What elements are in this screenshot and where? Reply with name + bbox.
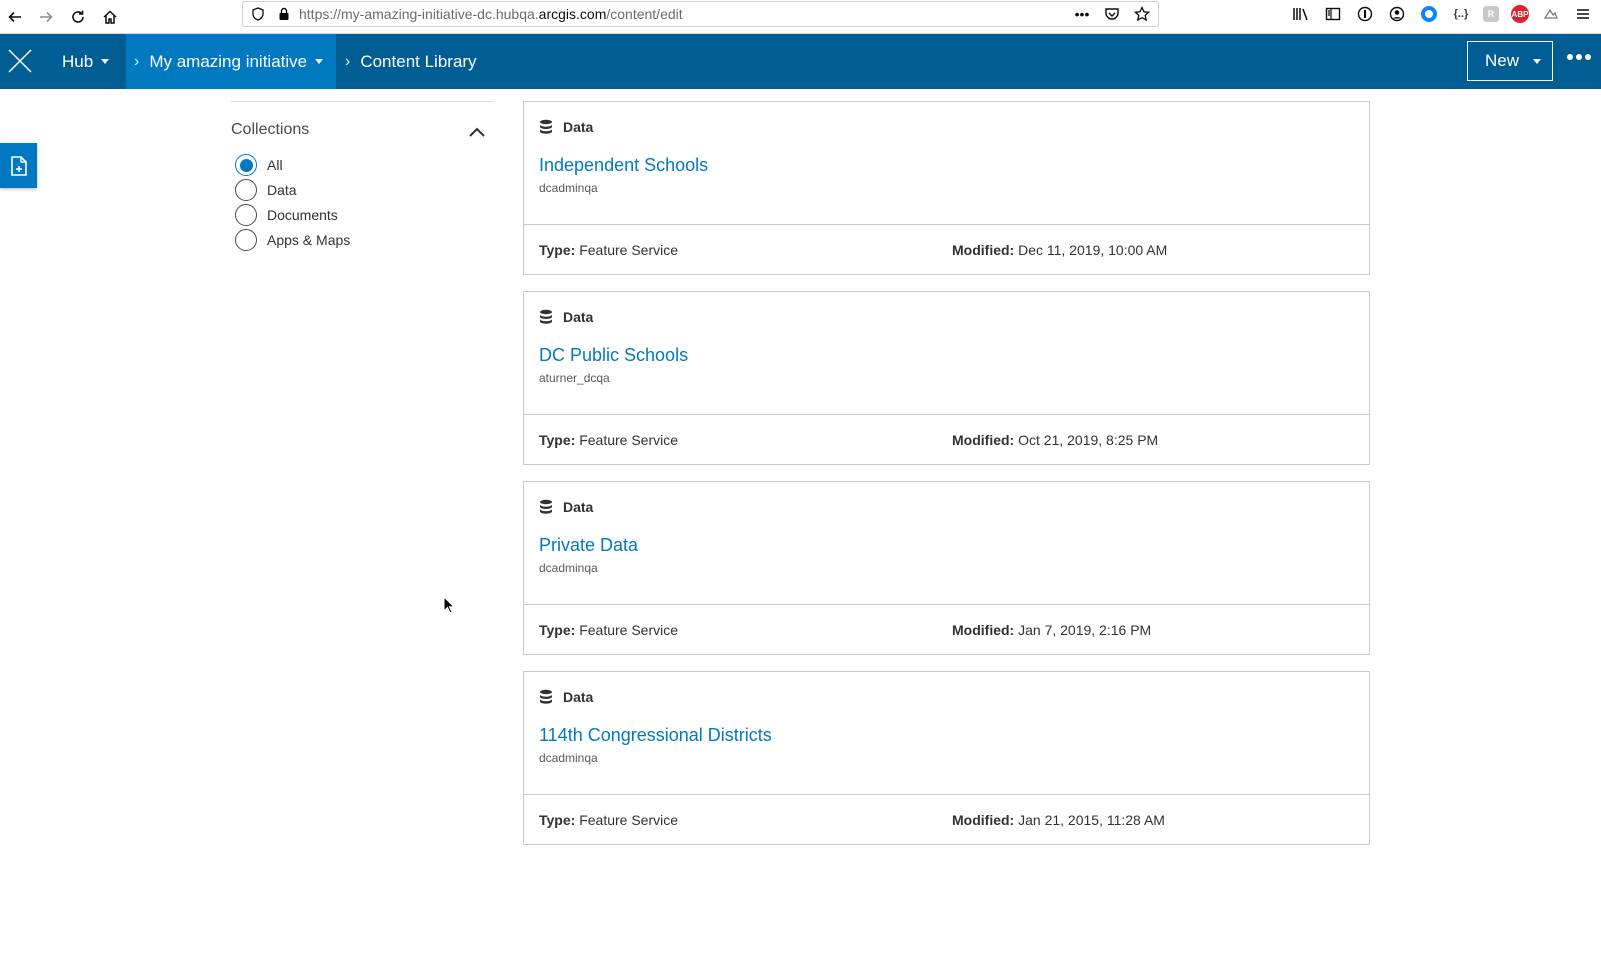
content-card: Data DC Public Schools aturner_dcqa Type… — [523, 291, 1370, 465]
content-card: Data Independent Schools dcadminqa Type:… — [523, 101, 1370, 275]
collection-option-documents[interactable]: Documents — [235, 204, 338, 226]
home-button[interactable] — [97, 4, 123, 30]
breadcrumb-content-library[interactable]: › Content Library — [345, 34, 477, 89]
radio-data[interactable] — [235, 179, 257, 201]
database-icon — [540, 689, 552, 704]
close-icon[interactable] — [6, 47, 34, 75]
card-divider — [524, 414, 1369, 415]
card-category: Data — [539, 309, 593, 325]
forward-button[interactable] — [33, 4, 59, 30]
pocket-icon[interactable] — [1104, 6, 1120, 22]
option-label: Documents — [267, 207, 338, 223]
chevron-right-icon: › — [134, 52, 140, 70]
forward-arrow-icon — [40, 11, 53, 23]
card-type: Type: Feature Service — [539, 812, 679, 828]
back-arrow-icon — [8, 11, 21, 23]
radio-all[interactable] — [235, 154, 257, 176]
category-label: Data — [563, 309, 594, 325]
caret-down-icon — [101, 59, 110, 64]
caret-down-icon — [1533, 58, 1542, 64]
option-label: Apps & Maps — [267, 232, 351, 248]
card-modified: Modified: Dec 11, 2019, 10:00 AM — [952, 242, 1168, 258]
collections-title: Collections — [231, 121, 310, 138]
collection-option-data[interactable]: Data — [235, 179, 297, 201]
sidebar-icon[interactable] — [1323, 4, 1343, 24]
browser-toolbar: https://my-amazing-initiative-dc.hubqa.a… — [0, 0, 1601, 34]
content-library-label: Content Library — [360, 51, 477, 71]
blue-ring-extension-icon[interactable] — [1419, 4, 1439, 24]
card-divider — [524, 224, 1369, 225]
gray-extension-icon[interactable]: R — [1483, 6, 1499, 22]
new-button[interactable]: New — [1467, 41, 1553, 81]
option-label: All — [267, 157, 283, 173]
collection-option-apps-maps[interactable]: Apps & Maps — [235, 229, 350, 251]
option-label: Data — [267, 182, 297, 198]
url-actions: ••• — [1074, 6, 1150, 22]
radio-documents[interactable] — [235, 204, 257, 226]
new-button-label: New — [1485, 51, 1520, 70]
add-document-icon — [10, 155, 27, 176]
initiative-label: My amazing initiative — [149, 51, 308, 71]
tracking-shield-icon[interactable] — [251, 7, 265, 21]
card-type: Type: Feature Service — [539, 622, 679, 638]
card-type: Type: Feature Service — [539, 432, 679, 448]
menu-icon[interactable] — [1573, 4, 1593, 24]
url-text[interactable]: https://my-amazing-initiative-dc.hubqa.a… — [299, 6, 683, 22]
reload-icon — [72, 10, 84, 23]
password-manager-icon[interactable] — [1355, 4, 1375, 24]
card-category: Data — [539, 499, 593, 515]
mouse-cursor-icon — [443, 596, 455, 614]
address-bar[interactable]: https://my-amazing-initiative-dc.hubqa.a… — [242, 1, 1159, 27]
screenshot-extension-icon[interactable] — [1541, 4, 1561, 24]
hub-menu[interactable]: Hub — [62, 34, 110, 89]
chevron-up-icon[interactable] — [468, 126, 486, 138]
card-title-link[interactable]: DC Public Schools — [539, 345, 688, 366]
bookmark-star-icon[interactable] — [1134, 6, 1150, 22]
back-button[interactable] — [2, 4, 28, 30]
adblock-icon[interactable]: ABP — [1511, 5, 1529, 23]
json-extension-icon[interactable]: {..} — [1451, 4, 1471, 24]
library-icon[interactable] — [1291, 4, 1311, 24]
caret-down-icon — [315, 59, 324, 64]
card-owner: dcadminqa — [539, 751, 598, 765]
account-icon[interactable] — [1387, 4, 1407, 24]
home-icon — [103, 10, 117, 24]
card-title-link[interactable]: Independent Schools — [539, 155, 708, 176]
database-icon — [540, 119, 552, 134]
card-title-link[interactable]: 114th Congressional Districts — [539, 725, 772, 746]
page-actions-icon[interactable]: ••• — [1074, 6, 1090, 22]
card-owner: dcadminqa — [539, 561, 598, 575]
card-modified: Modified: Oct 21, 2019, 8:25 PM — [952, 432, 1159, 448]
card-type: Type: Feature Service — [539, 242, 679, 258]
hub-label: Hub — [62, 51, 94, 71]
card-divider — [524, 604, 1369, 605]
add-content-tab[interactable] — [0, 143, 37, 188]
content-card: Data 114th Congressional Districts dcadm… — [523, 671, 1370, 845]
card-owner: aturner_dcqa — [539, 371, 610, 385]
database-icon — [540, 499, 552, 514]
database-icon — [540, 309, 552, 324]
card-title-link[interactable]: Private Data — [539, 535, 638, 556]
initiative-menu[interactable]: › My amazing initiative — [126, 34, 336, 89]
collection-option-all[interactable]: All — [235, 154, 283, 176]
extensions-area: {..} R ABP — [1291, 4, 1601, 24]
card-owner: dcadminqa — [539, 181, 598, 195]
filter-divider — [231, 101, 493, 102]
app-header: Hub › My amazing initiative › Content Li… — [0, 34, 1601, 89]
category-label: Data — [563, 119, 594, 135]
reload-button[interactable] — [65, 4, 91, 30]
category-label: Data — [563, 689, 594, 705]
lock-icon[interactable] — [277, 7, 291, 21]
chevron-right-icon: › — [345, 52, 351, 70]
content-card: Data Private Data dcadminqa Type: Featur… — [523, 481, 1370, 655]
card-category: Data — [539, 119, 593, 135]
card-modified: Modified: Jan 7, 2019, 2:16 PM — [952, 622, 1152, 638]
card-divider — [524, 794, 1369, 795]
radio-apps-maps[interactable] — [235, 229, 257, 251]
card-modified: Modified: Jan 21, 2015, 11:28 AM — [952, 812, 1165, 828]
category-label: Data — [563, 499, 594, 515]
card-category: Data — [539, 689, 593, 705]
more-options-icon[interactable] — [1567, 54, 1591, 60]
